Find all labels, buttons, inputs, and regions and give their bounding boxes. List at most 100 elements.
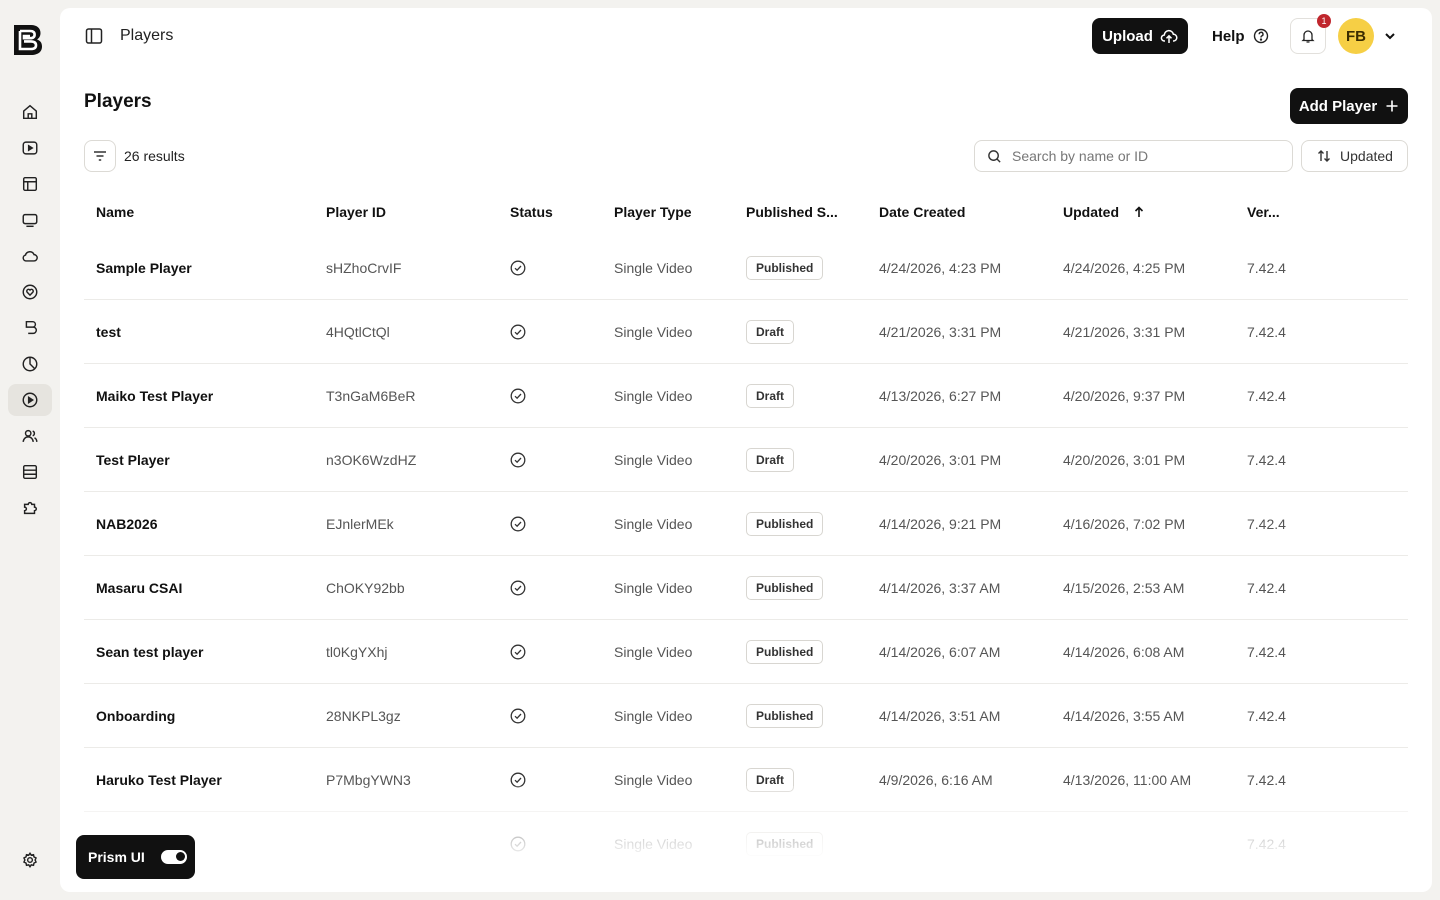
check-circle-icon xyxy=(510,452,526,468)
cell-version: 7.42.4 xyxy=(1247,388,1286,404)
cell-name: Test Player xyxy=(96,452,170,468)
table-row[interactable]: Sample Player sHZhoCrvIF Single Video Publi… xyxy=(84,236,1408,300)
column-header-player-id[interactable]: Player ID xyxy=(326,188,386,236)
cell-player-id: P7MbgYWN3 xyxy=(326,772,411,788)
upload-button[interactable]: Upload xyxy=(1092,18,1188,54)
add-player-label: Add Player xyxy=(1298,97,1378,115)
table-row[interactable]: Maiko Test Player T3nGaM6BeR Single Video D… xyxy=(84,364,1408,428)
sort-button[interactable]: Updated xyxy=(1301,140,1408,172)
shield-heart-icon xyxy=(22,284,38,300)
table-row[interactable]: Sean test player tl0KgYXhj Single Video Pub… xyxy=(84,620,1408,684)
cell-date-created: 4/24/2026, 4:23 PM xyxy=(879,260,1002,276)
notifications-button[interactable]: 1 xyxy=(1290,14,1331,54)
cell-status xyxy=(510,684,526,748)
rail-videos[interactable] xyxy=(8,132,52,164)
status-badge: Published xyxy=(746,576,824,600)
check-circle-icon xyxy=(510,260,526,276)
rail-home[interactable] xyxy=(8,96,52,128)
cell-player-type: Single Video xyxy=(614,388,693,404)
help-circle-icon xyxy=(1253,28,1268,44)
cell-player-id: ChOKY92bb xyxy=(326,580,405,596)
rail-cloud[interactable] xyxy=(8,240,52,272)
column-header-updated[interactable]: Updated xyxy=(1063,188,1145,236)
prism-ui-switch[interactable] xyxy=(160,850,187,864)
cell-player-type: Single Video xyxy=(614,580,693,596)
cell-date-created: 4/21/2026, 3:31 PM xyxy=(879,324,1002,340)
cell-player-id: T3nGaM6BeR xyxy=(326,388,416,404)
search-input[interactable] xyxy=(1012,148,1272,164)
filter-icon xyxy=(94,151,106,161)
sidebar-toggle-button[interactable] xyxy=(82,25,106,47)
table-row[interactable]: Single Video Published 7.42.4 xyxy=(84,812,1408,876)
prism-ui-label: Prism UI xyxy=(88,849,145,865)
rail-analytics[interactable] xyxy=(8,348,52,380)
cell-updated: 4/20/2026, 3:01 PM xyxy=(1063,452,1186,468)
cell-status xyxy=(510,620,526,684)
cell-player-type: Single Video xyxy=(614,516,693,532)
table-row[interactable]: Onboarding 28NKPL3gz Single Video Published… xyxy=(84,684,1408,748)
video-icon xyxy=(22,141,38,155)
table-row[interactable]: Test Player n3OK6WzdHZ Single Video Draft 4/… xyxy=(84,428,1408,492)
column-header-version[interactable]: Ver... xyxy=(1247,188,1280,236)
table-row[interactable]: Haruko Test Player P7MbgYWN3 Single Video D… xyxy=(84,748,1408,812)
table-row[interactable]: Masaru CSAI ChOKY92bb Single Video Publishe… xyxy=(84,556,1408,620)
bell-icon xyxy=(1301,30,1315,43)
cell-name: Sean test player xyxy=(96,644,204,660)
column-header-published-status[interactable]: Published S... xyxy=(746,188,838,236)
rail-library[interactable] xyxy=(8,168,52,200)
cell-updated: 4/14/2026, 6:08 AM xyxy=(1063,644,1185,660)
search-icon xyxy=(988,149,1001,163)
status-badge: Draft xyxy=(746,448,795,472)
cell-published-status: Published xyxy=(746,620,824,684)
cloud-upload-icon xyxy=(1160,29,1178,43)
cell-version: 7.42.4 xyxy=(1247,644,1286,660)
cell-name: Masaru CSAI xyxy=(96,580,183,596)
cell-player-id: 28NKPL3gz xyxy=(326,708,401,724)
check-circle-icon xyxy=(510,388,526,404)
rail-players[interactable] xyxy=(8,384,52,416)
cell-published-status: Draft xyxy=(746,300,795,364)
user-avatar[interactable]: FB xyxy=(1338,18,1374,54)
rail-engagement[interactable] xyxy=(8,276,52,308)
rail-integrations[interactable] xyxy=(8,492,52,524)
column-header-date-created[interactable]: Date Created xyxy=(879,188,965,236)
cell-status xyxy=(510,236,526,300)
cell-date-created: 4/14/2026, 3:37 AM xyxy=(879,580,1001,596)
cell-name: Haruko Test Player xyxy=(96,772,222,788)
brand-logo[interactable] xyxy=(10,22,46,58)
cell-version: 7.42.4 xyxy=(1247,708,1286,724)
table-body: Sample Player sHZhoCrvIF Single Video Publi… xyxy=(84,236,1408,876)
cell-status xyxy=(510,428,526,492)
rail-live[interactable] xyxy=(8,204,52,236)
library-icon xyxy=(22,176,38,192)
rail-users[interactable] xyxy=(8,420,52,452)
rail-brand[interactable] xyxy=(8,312,52,344)
cell-name: Maiko Test Player xyxy=(96,388,214,404)
filter-button[interactable] xyxy=(84,140,116,172)
cell-player-type: Single Video xyxy=(614,772,693,788)
help-button[interactable]: Help xyxy=(1204,18,1277,54)
cell-status xyxy=(510,492,526,556)
column-header-player-type[interactable]: Player Type xyxy=(614,188,692,236)
add-player-button[interactable]: Add Player xyxy=(1290,88,1408,124)
table-row[interactable]: test 4HQtlCtQl Single Video Draft 4/21/2026,… xyxy=(84,300,1408,364)
column-header-status[interactable]: Status xyxy=(510,188,553,236)
rail-storage[interactable] xyxy=(8,456,52,488)
results-count: 26 results xyxy=(124,148,185,164)
status-badge: Draft xyxy=(746,384,795,408)
cell-published-status: Published xyxy=(746,684,824,748)
cell-player-type: Single Video xyxy=(614,644,693,660)
table-row[interactable]: NAB2026 EJnlerMEk Single Video Published 4/1… xyxy=(84,492,1408,556)
cell-published-status: Published xyxy=(746,492,824,556)
storage-icon xyxy=(22,464,38,480)
cell-player-id: EJnlerMEk xyxy=(326,516,394,532)
brand-icon xyxy=(25,320,37,335)
monitor-icon xyxy=(22,213,38,228)
cell-version: 7.42.4 xyxy=(1247,516,1286,532)
column-header-name[interactable]: Name xyxy=(96,188,134,236)
search-field[interactable] xyxy=(974,140,1293,172)
status-badge: Published xyxy=(746,704,824,728)
rail-settings[interactable] xyxy=(8,844,52,876)
prism-ui-toggle[interactable]: Prism UI xyxy=(76,835,195,879)
chevron-down-icon[interactable] xyxy=(1382,28,1398,44)
